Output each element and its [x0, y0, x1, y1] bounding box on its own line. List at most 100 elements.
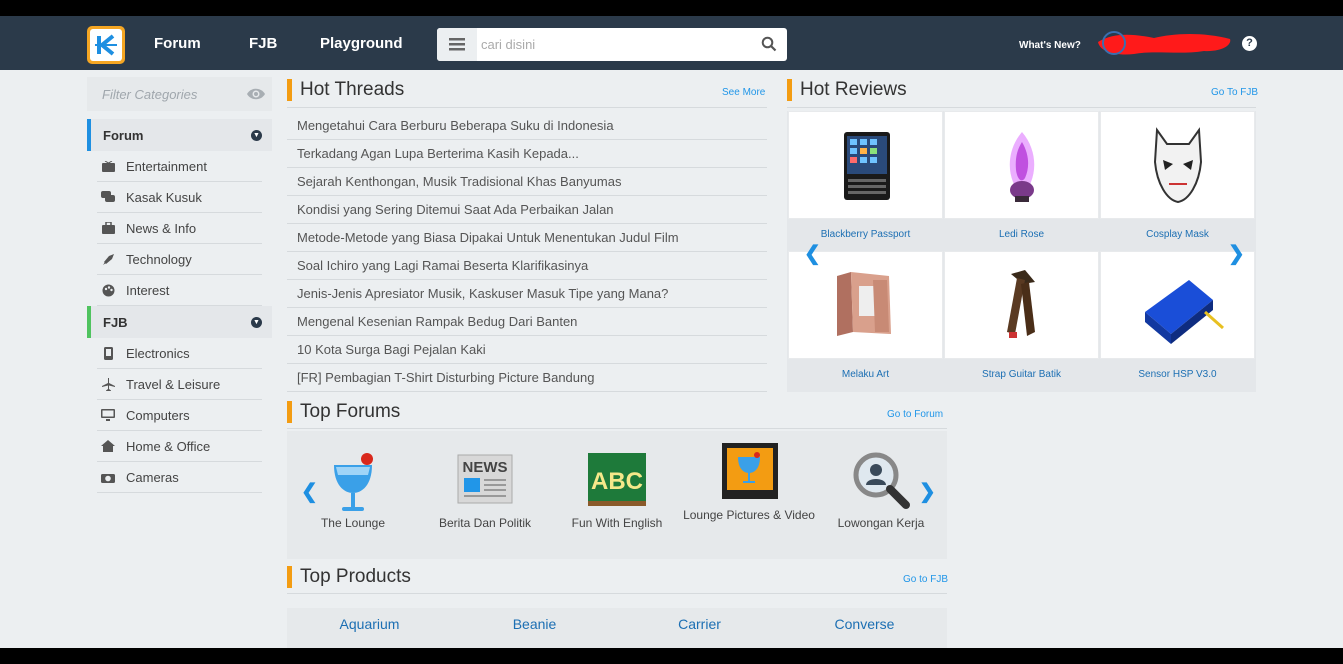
sidebar-item-interest[interactable]: Interest [97, 275, 262, 306]
sidebar-item-label: Computers [126, 407, 190, 423]
sidebar-item-label: Entertainment [126, 158, 207, 174]
hot-reviews-grid: Blackberry Passport Ledi Rose Cosplay Ma… [787, 111, 1256, 392]
review-image-ledi-rose[interactable] [944, 111, 1099, 219]
page: Forum FJB Playground What's New? ? [0, 16, 1343, 648]
filter-placeholder: Filter Categories [102, 86, 198, 102]
chevron-right-icon[interactable]: ❯ [1228, 241, 1245, 266]
review-image-blackberry[interactable] [788, 111, 943, 219]
forum-item-label: Lounge Pictures & Video [683, 508, 815, 522]
forum-item-label: Berita Dan Politik [438, 516, 532, 530]
thread-link[interactable]: Mengenal Kesenian Rampak Bedug Dari Bant… [287, 308, 767, 336]
sidebar-item-label: News & Info [126, 220, 197, 236]
top-navbar: Forum FJB Playground What's New? ? [0, 16, 1343, 70]
sidebar-item-label: Interest [126, 282, 170, 298]
product-link[interactable]: Aquarium [287, 616, 452, 632]
forum-item-the-lounge[interactable]: The Lounge [287, 431, 419, 531]
phone-icon [101, 346, 115, 360]
search-icon[interactable] [761, 36, 777, 52]
whats-new-link[interactable]: What's New? [1019, 40, 1081, 51]
thread-link[interactable]: Kondisi yang Sering Ditemui Saat Ada Per… [287, 196, 767, 224]
sidebar-item-label: Cameras [126, 469, 179, 485]
sidebar-item-label: Home & Office [126, 438, 211, 454]
thread-link[interactable]: Soal Ichiro yang Lagi Ramai Beserta Klar… [287, 252, 767, 280]
review-image-melaku-art[interactable] [788, 251, 943, 359]
sidebar-item-cameras[interactable]: Cameras [97, 462, 262, 493]
product-link[interactable]: Carrier [617, 616, 782, 632]
sidebar-item-kasak-kusuk[interactable]: Kasak Kusuk [97, 182, 262, 213]
search-input[interactable] [481, 28, 751, 61]
sidebar-item-label: Kasak Kusuk [126, 189, 202, 205]
rose-product-image [1009, 132, 1035, 202]
review-image-strap-guitar[interactable] [944, 251, 1099, 359]
search-menu-button[interactable] [437, 28, 477, 61]
forum-item-fun-english[interactable]: ABC Fun With English [551, 431, 683, 531]
chevron-down-icon[interactable]: ▼ [251, 316, 262, 328]
forum-item-lounge-pictures[interactable]: Lounge Pictures & Video [683, 431, 815, 523]
redacted-username[interactable] [1094, 30, 1234, 57]
thread-link[interactable]: Sejarah Kenthongan, Musik Tradisional Kh… [287, 168, 767, 196]
review-image-sensor-hsp[interactable] [1100, 251, 1255, 359]
hot-threads-title: Hot Threads [287, 79, 404, 101]
tv-icon [101, 159, 115, 173]
thread-link[interactable]: Mengetahui Cara Berburu Beberapa Suku di… [287, 112, 767, 140]
category-sidebar: Filter Categories Forum ▼ Entertainment … [87, 77, 272, 493]
go-to-fjb-products-link[interactable]: Go to FJB [903, 574, 948, 585]
top-forums-carousel: ❮ The Lounge NEWS Berita Dan Politik ABC… [287, 431, 947, 559]
abc-badge-text: ABC [591, 468, 643, 495]
melaku-product-image [837, 272, 891, 336]
sensor-product-image [1145, 280, 1224, 344]
sidebar-item-electronics[interactable]: Electronics [97, 338, 262, 369]
thread-link[interactable]: 10 Kota Surga Bagi Pejalan Kaki [287, 336, 767, 364]
thread-link[interactable]: [FR] Pembagian T-Shirt Disturbing Pictur… [287, 364, 767, 392]
sidebar-item-home-office[interactable]: Home & Office [97, 431, 262, 462]
sidebar-group-forum[interactable]: Forum ▼ [87, 119, 272, 151]
chevron-down-icon[interactable]: ▼ [251, 129, 262, 141]
review-label[interactable]: Strap Guitar Batik [944, 359, 1099, 391]
section-divider [787, 107, 1256, 108]
product-link[interactable]: Converse [782, 616, 947, 632]
chalkboard-icon: ABC [582, 445, 652, 515]
chevron-right-icon[interactable]: ❯ [919, 479, 936, 504]
sidebar-item-entertainment[interactable]: Entertainment [97, 151, 262, 182]
nav-fjb[interactable]: FJB [249, 35, 277, 52]
palette-icon [101, 283, 115, 297]
kaskus-logo[interactable] [87, 26, 125, 64]
thread-link[interactable]: Jenis-Jenis Apresiator Musik, Kaskuser M… [287, 280, 767, 308]
help-icon[interactable]: ? [1242, 36, 1257, 51]
newspaper-icon: NEWS [450, 445, 520, 515]
forum-item-berita-politik[interactable]: NEWS Berita Dan Politik [419, 431, 551, 531]
chevron-left-icon[interactable]: ❮ [804, 241, 821, 266]
lounge-glass-icon [318, 445, 388, 515]
sidebar-group-fjb[interactable]: FJB ▼ [87, 306, 272, 338]
kaskus-logo-icon [95, 34, 117, 56]
picture-frame-icon [714, 437, 784, 507]
review-label[interactable]: Sensor HSP V3.0 [1100, 359, 1255, 391]
forum-item-label: Lowongan Kerja [837, 516, 925, 530]
sidebar-item-news-info[interactable]: News & Info [97, 213, 262, 244]
nav-forum[interactable]: Forum [154, 35, 201, 52]
top-products-title: Top Products [287, 566, 411, 588]
section-divider [287, 428, 947, 429]
review-label[interactable]: Ledi Rose [944, 219, 1099, 251]
go-to-forum-link[interactable]: Go to Forum [887, 409, 943, 420]
thread-link[interactable]: Metode-Metode yang Biasa Dipakai Untuk M… [287, 224, 767, 252]
top-products-row: Aquarium Beanie Carrier Converse [287, 608, 947, 648]
home-icon [101, 439, 115, 453]
see-more-link[interactable]: See More [722, 87, 765, 98]
review-image-cosplay-mask[interactable] [1100, 111, 1255, 219]
magnifier-person-icon [846, 445, 916, 515]
sidebar-item-computers[interactable]: Computers [97, 400, 262, 431]
go-to-fjb-link[interactable]: Go To FJB [1211, 87, 1258, 98]
filter-categories[interactable]: Filter Categories [87, 77, 272, 111]
product-link[interactable]: Beanie [452, 616, 617, 632]
review-label[interactable]: Melaku Art [788, 359, 943, 391]
airplane-icon [101, 377, 115, 391]
thread-link[interactable]: Terkadang Agan Lupa Berterima Kasih Kepa… [287, 140, 767, 168]
sidebar-item-travel-leisure[interactable]: Travel & Leisure [97, 369, 262, 400]
eye-icon[interactable] [246, 87, 266, 101]
sidebar-item-technology[interactable]: Technology [97, 244, 262, 275]
sidebar-item-label: Technology [126, 251, 192, 267]
hot-reviews-title: Hot Reviews [787, 79, 907, 101]
nav-playground[interactable]: Playground [320, 35, 403, 52]
forum-item-label: The Lounge [320, 516, 386, 530]
